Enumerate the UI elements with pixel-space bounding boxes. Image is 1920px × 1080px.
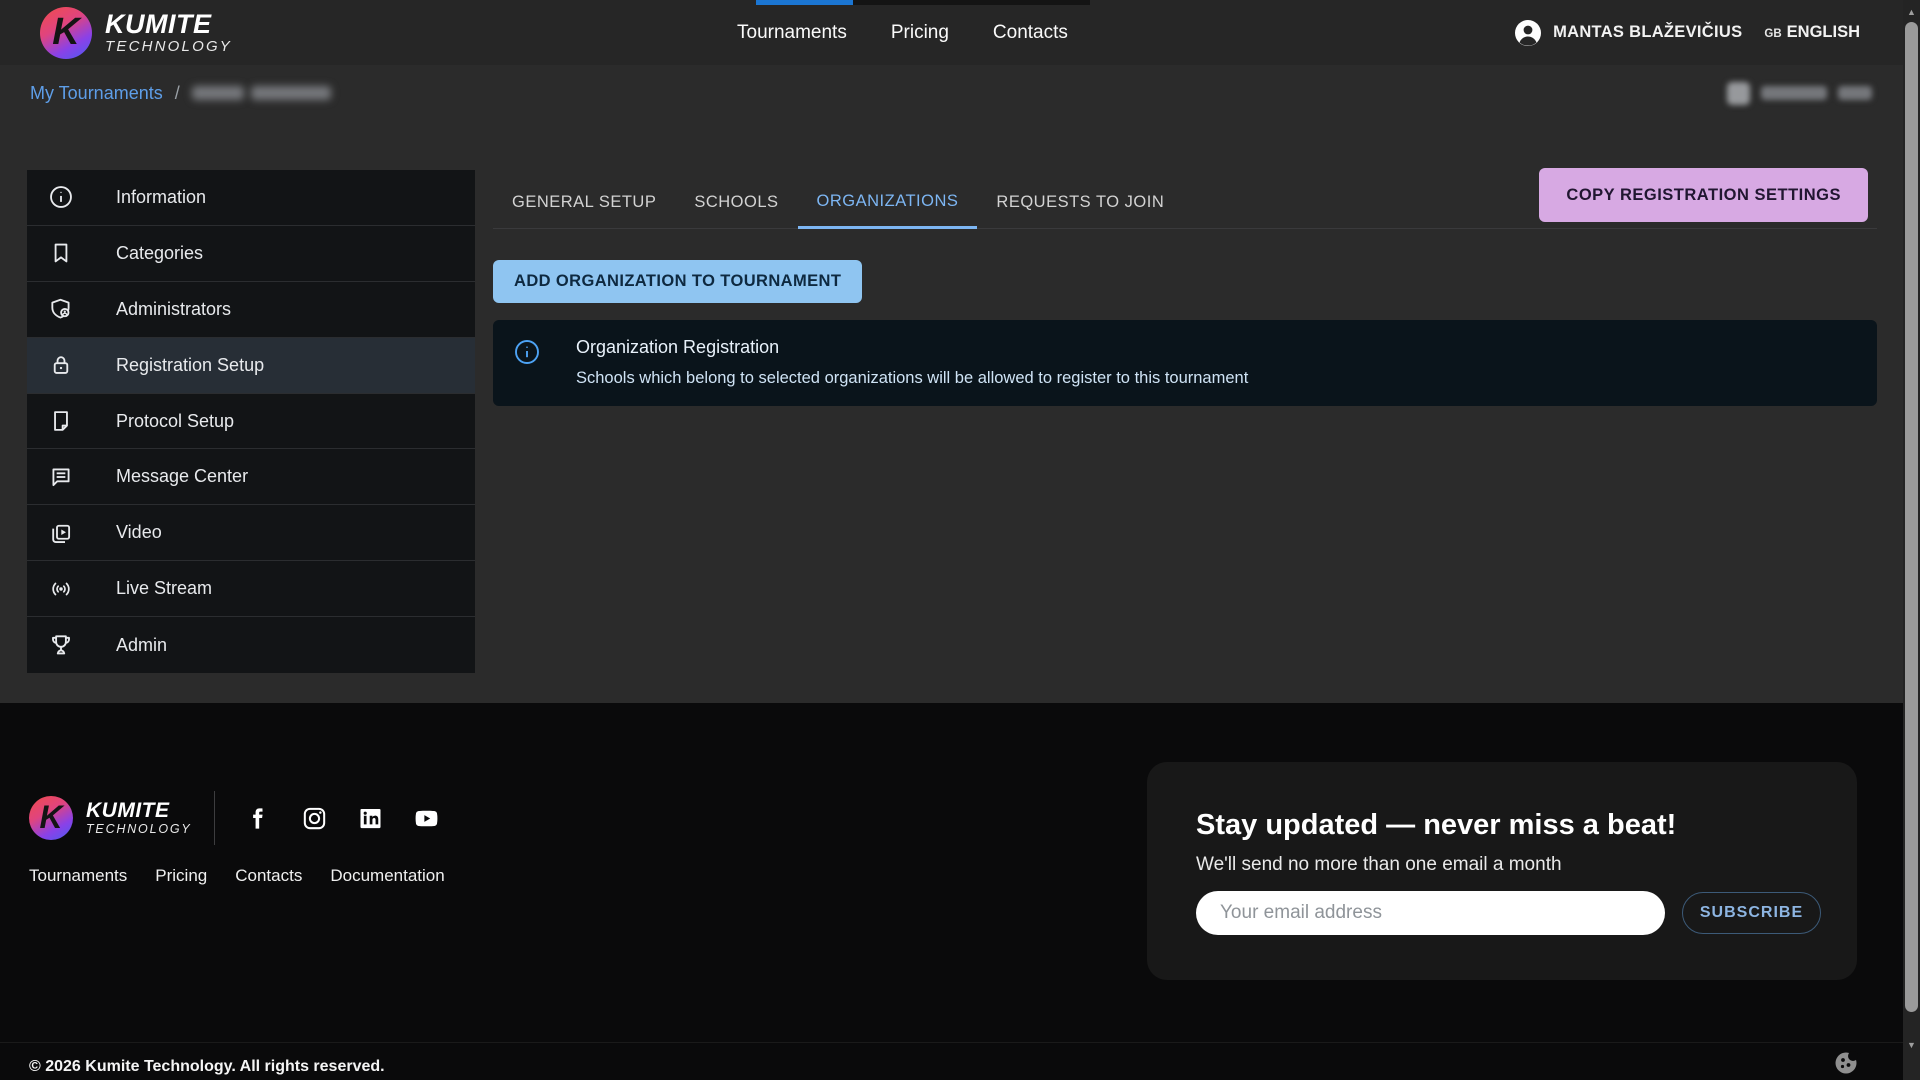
tab-schools[interactable]: SCHOOLS — [675, 177, 797, 228]
alert-title: Organization Registration — [576, 337, 1248, 358]
trophy-icon — [48, 632, 74, 658]
sidebar-item-admin[interactable]: Admin — [27, 617, 475, 673]
scrollbar-up-arrow[interactable]: ▲ — [1903, 3, 1920, 20]
message-icon — [48, 464, 74, 490]
cookie-settings-icon[interactable] — [1833, 1050, 1859, 1076]
document-icon — [48, 408, 74, 434]
nav-pricing[interactable]: Pricing — [891, 22, 949, 44]
footer-bottom-divider — [0, 1042, 1920, 1043]
info-icon — [48, 184, 74, 210]
subscribe-button[interactable]: SUBSCRIBE — [1682, 892, 1821, 934]
kumite-logo-icon: K — [40, 7, 92, 59]
footer-link-tournaments[interactable]: Tournaments — [29, 866, 127, 886]
footer-divider — [214, 791, 215, 845]
footer-link-documentation[interactable]: Documentation — [330, 866, 444, 886]
facebook-icon[interactable] — [245, 805, 272, 832]
avatar-icon — [1514, 19, 1542, 47]
tournament-date-badge — [1727, 82, 1872, 105]
shield-person-icon — [48, 296, 74, 322]
tab-organizations[interactable]: ORGANIZATIONS — [798, 177, 978, 229]
alert-body: Schools which belong to selected organiz… — [576, 369, 1248, 388]
user-name: MANTAS BLAŽEVIČIUS — [1553, 23, 1742, 42]
breadcrumb-current-redacted — [192, 86, 331, 100]
lock-icon — [48, 352, 74, 378]
info-icon — [514, 339, 540, 365]
broadcast-icon — [48, 576, 74, 602]
tab-requests-to-join[interactable]: REQUESTS TO JOIN — [977, 177, 1183, 228]
instagram-icon[interactable] — [301, 805, 328, 832]
footer: K KUMITE TECHNOLOGY Tournamen — [0, 703, 1920, 1080]
bookmark-icon — [48, 240, 74, 266]
top-progress-strip — [756, 0, 853, 5]
newsletter-subtitle: We'll send no more than one email a mont… — [1196, 854, 1562, 876]
sidebar-item-live-stream[interactable]: Live Stream — [27, 561, 475, 617]
linkedin-icon[interactable] — [357, 805, 384, 832]
footer-brand-name: KUMITE — [86, 800, 192, 822]
footer-brand-logo[interactable]: K KUMITE TECHNOLOGY — [29, 796, 192, 840]
email-input[interactable] — [1196, 891, 1665, 935]
header: K KUMITE TECHNOLOGY Tournaments Pricing … — [0, 0, 1920, 65]
sidebar-item-information[interactable]: Information — [27, 170, 475, 226]
newsletter-title: Stay updated — never miss a beat! — [1196, 809, 1676, 842]
footer-link-pricing[interactable]: Pricing — [155, 866, 207, 886]
language-code: GB — [1764, 28, 1781, 40]
language-selector[interactable]: GB ENGLISH — [1764, 23, 1860, 42]
user-menu[interactable]: MANTAS BLAŽEVIČIUS GB ENGLISH — [1514, 19, 1860, 47]
footer-link-contacts[interactable]: Contacts — [235, 866, 302, 886]
copyright-text: © 2026 Kumite Technology. All rights res… — [29, 1058, 385, 1076]
organization-registration-alert: Organization Registration Schools which … — [493, 320, 1877, 406]
language-name: ENGLISH — [1787, 23, 1860, 42]
breadcrumb: My Tournaments / — [0, 65, 1920, 121]
breadcrumb-separator: / — [175, 83, 180, 104]
brand-name: KUMITE — [105, 10, 232, 38]
main-nav: Tournaments Pricing Contacts — [737, 0, 1068, 65]
tournament-sidebar: Information Categories Administrators Re… — [27, 170, 475, 673]
copy-registration-settings-button[interactable]: COPY REGISTRATION SETTINGS — [1539, 168, 1868, 222]
social-links — [245, 805, 440, 832]
kumite-logo-icon: K — [29, 796, 73, 840]
nav-tournaments[interactable]: Tournaments — [737, 22, 847, 44]
sidebar-item-administrators[interactable]: Administrators — [27, 282, 475, 338]
tab-general-setup[interactable]: GENERAL SETUP — [493, 177, 675, 228]
sidebar-item-protocol-setup[interactable]: Protocol Setup — [27, 394, 475, 450]
brand-logo[interactable]: K KUMITE TECHNOLOGY — [40, 7, 232, 59]
calendar-icon — [1727, 82, 1750, 105]
sidebar-item-video[interactable]: Video — [27, 505, 475, 561]
scrollbar-thumb[interactable] — [1905, 22, 1918, 1012]
scrollbar-down-arrow[interactable]: ▼ — [1903, 1036, 1920, 1053]
youtube-icon[interactable] — [413, 805, 440, 832]
footer-links: Tournaments Pricing Contacts Documentati… — [29, 866, 445, 886]
sidebar-item-message-center[interactable]: Message Center — [27, 449, 475, 505]
video-icon — [48, 520, 74, 546]
footer-brand-subtitle: TECHNOLOGY — [86, 822, 192, 836]
page-scrollbar[interactable]: ▲ ▼ — [1903, 0, 1920, 1080]
add-organization-button[interactable]: ADD ORGANIZATION TO TOURNAMENT — [493, 260, 862, 303]
nav-contacts[interactable]: Contacts — [993, 22, 1068, 44]
sidebar-item-registration-setup[interactable]: Registration Setup — [27, 338, 475, 394]
sidebar-item-categories[interactable]: Categories — [27, 226, 475, 282]
top-dark-strip — [853, 0, 1090, 5]
brand-subtitle: TECHNOLOGY — [105, 38, 232, 55]
breadcrumb-my-tournaments[interactable]: My Tournaments — [30, 83, 163, 104]
newsletter-card: Stay updated — never miss a beat! We'll … — [1147, 762, 1857, 980]
